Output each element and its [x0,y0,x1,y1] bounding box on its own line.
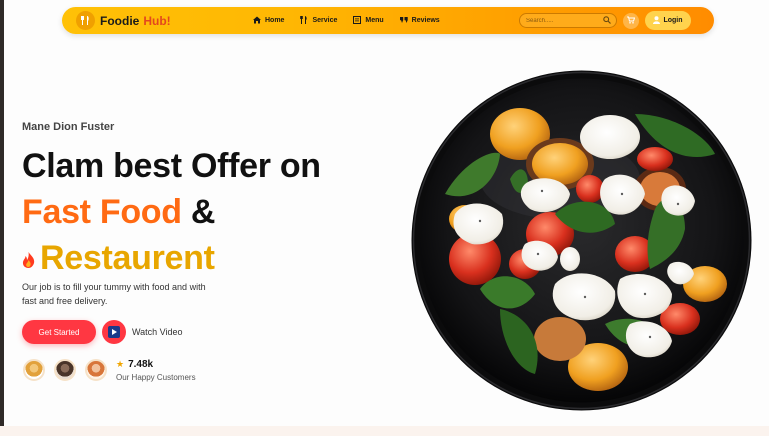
search-box [519,13,617,28]
rating-label: Our Happy Customers [116,373,196,382]
home-icon [253,16,261,26]
search-input[interactable] [526,15,602,26]
nav-item-label: Service [312,17,338,24]
star-icon: ★ [116,359,125,369]
nav-item-menu[interactable]: Menu [353,15,384,26]
get-started-button[interactable]: Get Started [22,320,96,344]
search-icon[interactable] [603,16,611,26]
watch-video-button[interactable] [102,320,126,344]
brand-accent: Hub! [143,13,171,28]
customer-avatar [85,359,107,381]
food-plate-image [410,69,753,412]
hero-title-line3: Restaurent [22,241,215,275]
hero-title-line2: Fast Food & [22,195,215,229]
nav-item-service[interactable]: Service [300,15,338,26]
hero-title-highlight: Fast Food [22,193,182,231]
cart-button[interactable] [623,13,639,29]
user-icon [653,15,661,26]
hero-subtitle: Mane Dion Fuster [22,121,115,133]
hero-title-line1: Clam best Offer on [22,147,321,185]
rating-value: 7.48k [128,359,154,370]
hero-title-ampersand: & [190,193,216,231]
top-navbar: Foodie Hub! Home Service Menu Reviews Se… [62,7,714,34]
utensils-icon [300,15,308,26]
brand-name: Foodie [100,13,140,28]
watch-video-label[interactable]: Watch Video [132,327,183,337]
fire-icon [22,252,35,272]
page-left-edge [0,0,4,436]
nav-item-reviews[interactable]: Reviews [399,16,440,26]
brand-logo[interactable]: Foodie Hub! [76,11,171,30]
nav-item-home[interactable]: Home [253,16,284,26]
nav-item-label: Reviews [411,17,440,24]
hero-description: Our job is to fill your tummy with food … [22,282,206,306]
fork-knife-icon [76,11,95,30]
customer-rating: ★ 7.48k [116,359,153,370]
customer-avatar [23,359,45,381]
menu-icon [353,15,362,26]
cart-icon [627,16,636,26]
page-bottom-band [0,426,769,436]
login-button[interactable]: Login [645,11,691,30]
play-icon [108,326,120,338]
nav-item-label: Home [265,17,285,24]
customer-avatar [54,359,76,381]
hero-title-restaurent: Restaurent [40,239,215,277]
quote-icon [399,16,408,26]
login-label: Login [663,17,683,24]
nav-menu: Home Service Menu Reviews [253,7,456,34]
nav-item-label: Menu [365,17,384,24]
